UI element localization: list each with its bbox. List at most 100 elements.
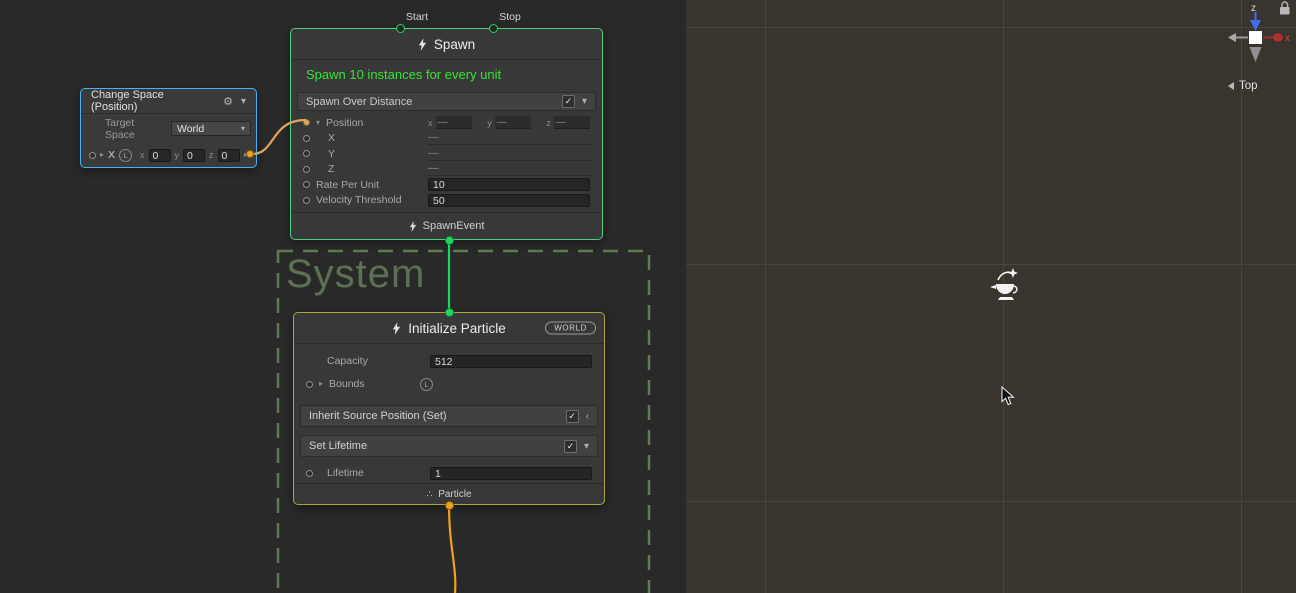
y-row[interactable]: Y — xyxy=(297,146,596,162)
block-title: Inherit Source Position (Set) xyxy=(309,410,447,422)
position-port[interactable] xyxy=(303,119,310,126)
spawn-start-port[interactable] xyxy=(396,24,405,33)
chevron-down-icon[interactable]: ▾ xyxy=(582,96,587,107)
change-space-node[interactable]: Change Space (Position) ⚙ ▾ Target Space… xyxy=(80,88,257,168)
position-row[interactable]: ▾ Position x— y— z— xyxy=(297,115,596,131)
port-arrow-icon: ▸ xyxy=(100,151,104,159)
lightning-icon xyxy=(418,38,427,51)
init-input-port[interactable] xyxy=(445,308,454,317)
lifetime-port[interactable] xyxy=(306,470,313,477)
block-enabled-checkbox[interactable]: ✓ xyxy=(562,95,575,108)
lifetime-label: Lifetime xyxy=(327,467,364,479)
y-label: Y xyxy=(328,148,335,160)
capacity-field[interactable]: 512 xyxy=(430,355,592,368)
lock-shackle xyxy=(1282,2,1288,7)
gizmo-down-cone[interactable] xyxy=(1250,47,1262,62)
z-row[interactable]: Z — xyxy=(297,162,596,178)
gizmo-x-cone[interactable] xyxy=(1273,33,1283,41)
position-x-field[interactable]: — xyxy=(436,116,472,129)
grid-line xyxy=(765,0,766,593)
block-set-lifetime[interactable]: Set Lifetime ✓ ▾ xyxy=(300,435,598,457)
spawn-node[interactable]: Spawn Spawn 10 instances for every unit … xyxy=(290,28,603,240)
scene-view-panel[interactable]: z x Top xyxy=(686,0,1296,593)
chevron-down-icon[interactable]: ▾ xyxy=(584,441,589,452)
change-space-output-port[interactable] xyxy=(246,150,254,158)
block-enabled-checkbox[interactable]: ✓ xyxy=(564,440,577,453)
block-title: Set Lifetime xyxy=(309,440,367,452)
change-space-title: Change Space (Position) xyxy=(91,89,211,113)
initialize-particle-node[interactable]: Initialize Particle WORLD Capacity 512 ▸… xyxy=(293,312,605,505)
change-space-x-row[interactable]: ▸ X L x 0 y 0 z 0 ▸ xyxy=(81,147,256,163)
change-space-input-port[interactable] xyxy=(89,152,96,159)
bounds-port[interactable] xyxy=(306,381,313,388)
lightning-icon xyxy=(392,322,401,335)
spawn-properties: ▾ Position x— y— z— X — xyxy=(297,115,596,208)
position-y-field[interactable]: — xyxy=(495,116,531,129)
system-group-title[interactable]: System xyxy=(286,252,425,297)
gizmo-center-cube[interactable] xyxy=(1249,31,1262,44)
view-mode-label[interactable]: Top xyxy=(1228,80,1258,92)
lifetime-field[interactable]: 1 xyxy=(430,467,592,480)
velocity-threshold-field[interactable]: 50 xyxy=(428,194,590,207)
velocity-threshold-port[interactable] xyxy=(303,197,310,204)
vfx-object-gizmo[interactable] xyxy=(986,266,1026,311)
gizmo-x-label: x xyxy=(1285,33,1290,44)
chevron-left-icon[interactable]: ‹ xyxy=(586,411,589,422)
x-axis-label: x xyxy=(428,118,433,128)
initialize-title: Initialize Particle xyxy=(408,321,506,336)
target-space-dropdown[interactable]: World ▾ xyxy=(171,121,251,136)
capacity-label: Capacity xyxy=(327,355,368,367)
capacity-row[interactable]: Capacity 512 xyxy=(300,352,598,370)
velocity-threshold-label: Velocity Threshold xyxy=(316,194,402,206)
wire-particle-out[interactable] xyxy=(449,505,455,593)
lifetime-properties: Lifetime 1 xyxy=(300,464,598,482)
spawn-output-port[interactable] xyxy=(445,236,454,245)
x-value-disabled: — xyxy=(428,131,590,145)
init-output-port[interactable] xyxy=(445,501,454,510)
z-value-field[interactable]: 0 xyxy=(218,149,240,162)
x-port[interactable] xyxy=(303,135,310,142)
graph-panel[interactable]: Start Stop System Spawn Spawn 10 instanc… xyxy=(0,0,686,593)
y-port[interactable] xyxy=(303,150,310,157)
foldout-icon[interactable]: ▾ xyxy=(316,119,320,127)
target-space-label: Target Space xyxy=(105,117,165,141)
block-inherit-source-position[interactable]: Inherit Source Position (Set) ✓ ‹ xyxy=(300,405,598,427)
change-space-header[interactable]: Change Space (Position) ⚙ ▾ xyxy=(81,89,256,114)
gizmo-z-cone[interactable] xyxy=(1250,20,1261,31)
vfx-editor-window: Start Stop System Spawn Spawn 10 instanc… xyxy=(0,0,1296,593)
space-badge-icon[interactable]: L xyxy=(420,378,433,391)
mouse-cursor xyxy=(1001,386,1016,412)
y-value-field[interactable]: 0 xyxy=(183,149,205,162)
particle-icon: ∴ xyxy=(426,489,432,500)
gear-icon[interactable]: ⚙ xyxy=(223,95,233,108)
z-label: Z xyxy=(328,163,334,175)
start-label: Start xyxy=(395,11,439,23)
y-axis-label: y xyxy=(175,150,180,160)
bounds-row[interactable]: ▸ Bounds L xyxy=(300,375,598,393)
rate-per-unit-port[interactable] xyxy=(303,181,310,188)
block-enabled-checkbox[interactable]: ✓ xyxy=(566,410,579,423)
rate-per-unit-row[interactable]: Rate Per Unit 10 xyxy=(297,177,596,193)
chevron-down-icon[interactable]: ▾ xyxy=(241,96,246,107)
block-spawn-over-distance[interactable]: Spawn Over Distance ✓ ▾ xyxy=(297,92,596,111)
orientation-gizmo[interactable]: z x xyxy=(1226,0,1296,72)
x-value-field[interactable]: 0 xyxy=(149,149,171,162)
spawn-stop-port[interactable] xyxy=(489,24,498,33)
space-badge-icon[interactable]: L xyxy=(119,149,132,162)
target-space-row: Target Space World ▾ xyxy=(81,121,256,136)
x-row[interactable]: X — xyxy=(297,131,596,147)
initialize-header[interactable]: Initialize Particle WORLD xyxy=(294,313,604,344)
x-label: X xyxy=(328,132,335,144)
lightning-icon xyxy=(409,221,417,232)
grid-line xyxy=(686,27,1296,28)
gizmo-left-cone[interactable] xyxy=(1228,33,1236,42)
z-port[interactable] xyxy=(303,166,310,173)
world-space-badge[interactable]: WORLD xyxy=(545,322,596,335)
lock-icon[interactable] xyxy=(1280,7,1290,15)
lifetime-row[interactable]: Lifetime 1 xyxy=(300,464,598,482)
position-z-field[interactable]: — xyxy=(554,116,590,129)
spawn-node-header[interactable]: Spawn xyxy=(291,29,602,60)
rate-per-unit-field[interactable]: 10 xyxy=(428,178,590,191)
rate-per-unit-label: Rate Per Unit xyxy=(316,179,379,191)
velocity-threshold-row[interactable]: Velocity Threshold 50 xyxy=(297,193,596,209)
